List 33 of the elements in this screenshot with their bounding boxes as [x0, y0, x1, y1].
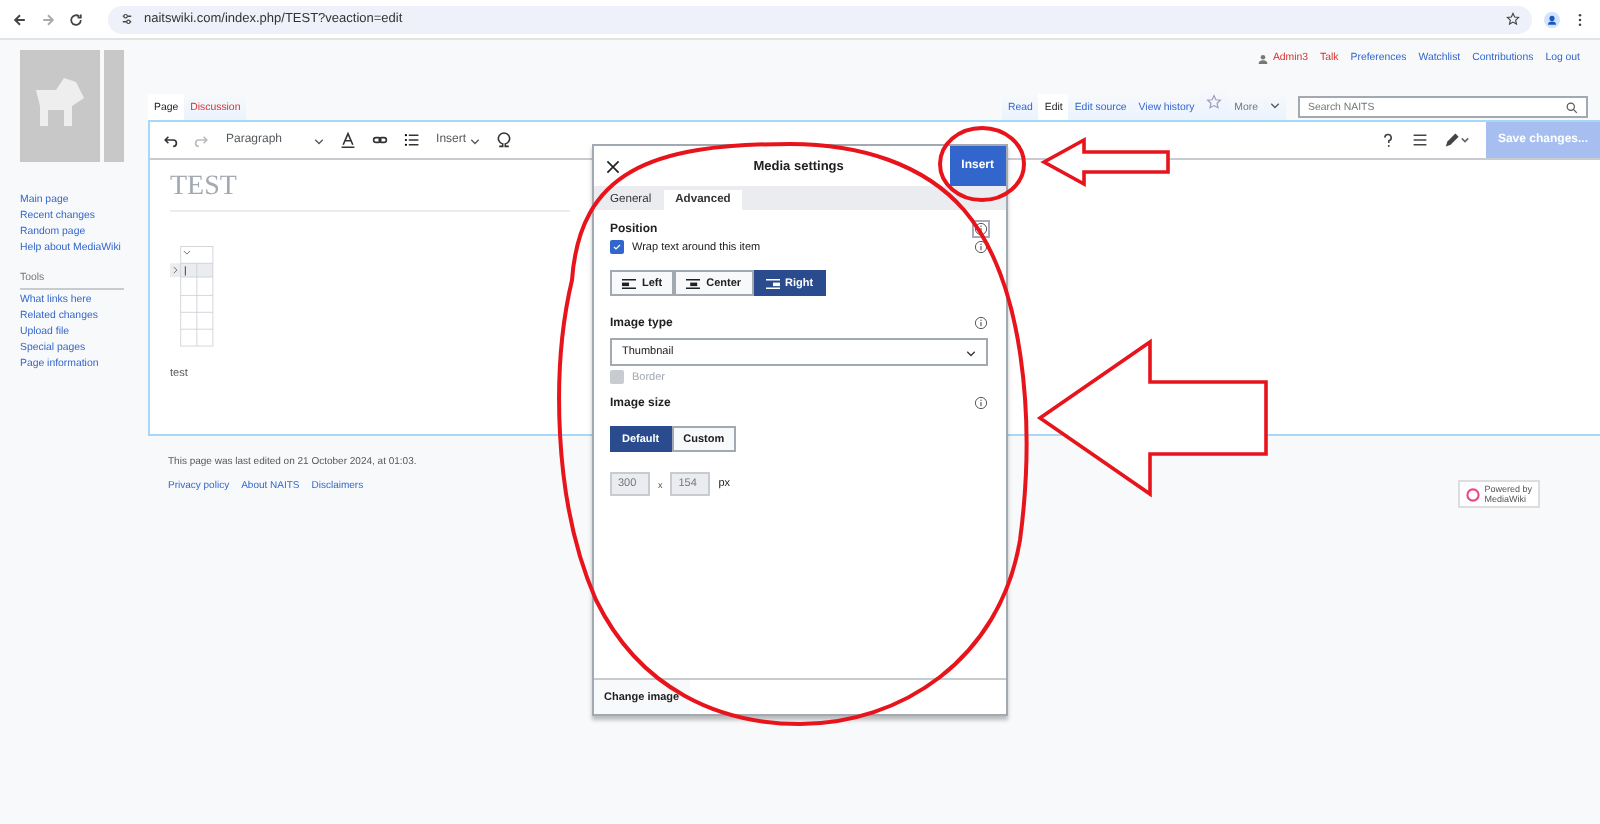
- caret-icon[interactable]: [314, 135, 325, 145]
- link-icon[interactable]: [372, 132, 389, 148]
- profile-avatar-icon[interactable]: [1544, 11, 1560, 27]
- site-settings-icon[interactable]: [120, 12, 134, 26]
- align-icon: [622, 277, 636, 289]
- undo-icon[interactable]: [162, 132, 178, 148]
- annotation-circle: [938, 126, 1026, 202]
- close-icon[interactable]: [606, 159, 620, 173]
- annotation-arrow: [1040, 136, 1170, 188]
- special-character-icon[interactable]: [496, 132, 513, 148]
- table-drawing: [170, 244, 216, 350]
- align-icon: [765, 277, 780, 289]
- info-icon[interactable]: [974, 316, 988, 330]
- info-icon[interactable]: [974, 222, 988, 236]
- caret-icon: [966, 347, 976, 357]
- list-icon[interactable]: [404, 132, 421, 148]
- page-title: TEST: [170, 172, 570, 212]
- text-style-icon[interactable]: [340, 132, 357, 148]
- back-icon[interactable]: [12, 11, 28, 27]
- caret-icon[interactable]: [470, 135, 481, 145]
- search-icon[interactable]: [1566, 101, 1578, 113]
- watch-star-icon[interactable]: [1206, 94, 1223, 110]
- help-icon[interactable]: [1379, 132, 1396, 148]
- bookmark-star-icon[interactable]: [1506, 12, 1520, 26]
- caret-icon[interactable]: [1270, 100, 1280, 110]
- user-icon: [1258, 53, 1269, 63]
- wrap-checkbox[interactable]: [610, 240, 624, 254]
- info-icon[interactable]: [974, 240, 988, 254]
- info-icon[interactable]: [974, 396, 988, 410]
- align-icon: [686, 277, 701, 289]
- reload-icon[interactable]: [68, 11, 84, 27]
- menu-icon[interactable]: [1411, 132, 1428, 148]
- pencil-icon[interactable]: [1443, 132, 1470, 148]
